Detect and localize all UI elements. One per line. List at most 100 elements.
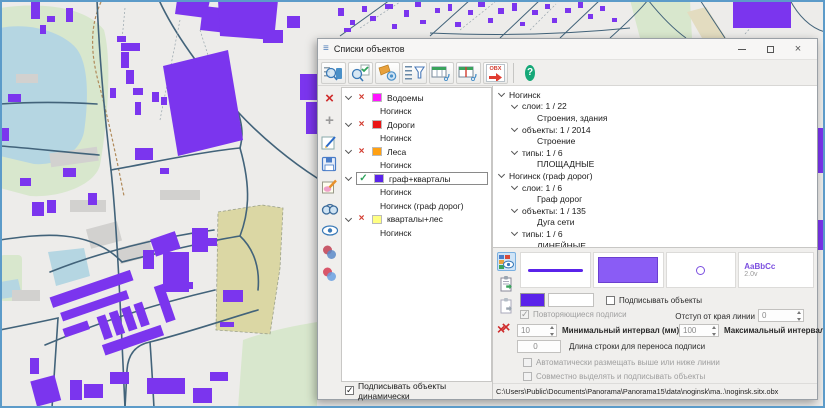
layer-color-swatch[interactable]: [372, 147, 382, 156]
list-item[interactable]: × Дороги: [342, 118, 491, 132]
tree-item[interactable]: Дуга сети: [493, 217, 817, 229]
chevron-down-icon[interactable]: [511, 125, 518, 132]
label-color-swatch[interactable]: [520, 293, 545, 307]
search-area-button[interactable]: [348, 62, 373, 84]
chevron-down-icon[interactable]: [511, 206, 518, 213]
tree-item[interactable]: Строение: [493, 135, 817, 147]
list-item-label[interactable]: Дороги: [387, 120, 415, 130]
layer-color-swatch[interactable]: [372, 93, 382, 102]
chevron-down-icon[interactable]: [345, 215, 352, 222]
list-item-label[interactable]: граф+кварталы: [389, 174, 451, 184]
chevron-down-icon[interactable]: [345, 147, 352, 154]
visibility-check-icon[interactable]: ✓: [358, 174, 369, 184]
table-split-button[interactable]: [456, 62, 481, 84]
chevron-down-icon[interactable]: [511, 229, 518, 236]
wrap-length-field[interactable]: 0: [517, 340, 561, 353]
minimize-button[interactable]: [728, 40, 756, 58]
export-obx-button[interactable]: OBX: [483, 62, 508, 84]
tree-item[interactable]: типы: 1 / 6: [493, 147, 817, 159]
list-subitem[interactable]: Ногинск (граф дорог): [342, 199, 491, 213]
tree-item[interactable]: Ногинск (граф дорог): [493, 170, 817, 182]
list-item[interactable]: × Водоемы: [342, 91, 491, 105]
clear-intervals-button[interactable]: ×: [497, 322, 505, 336]
layer-color-swatch[interactable]: [374, 174, 384, 183]
dialog-titlebar[interactable]: ≡ Списки объектов ×: [318, 39, 817, 59]
list-item[interactable]: × Леса: [342, 145, 491, 159]
chevron-down-icon[interactable]: [345, 93, 352, 100]
label-text-field[interactable]: [548, 293, 594, 307]
help-button[interactable]: ?: [519, 62, 541, 84]
edit-list-button[interactable]: [321, 133, 339, 151]
maximize-button[interactable]: [756, 40, 784, 58]
add-list-button[interactable]: +: [321, 111, 339, 129]
list-subitem[interactable]: Ногинск: [342, 105, 491, 119]
spinner-arrows-icon[interactable]: [548, 326, 555, 336]
dynamic-labels-checkbox[interactable]: [345, 386, 354, 395]
list-subitem[interactable]: Ногинск: [342, 226, 491, 240]
layer-color-swatch[interactable]: [372, 215, 382, 224]
edit-icon: [321, 134, 338, 151]
list-subitem[interactable]: Ногинск: [342, 159, 491, 173]
legend-edit-button[interactable]: [321, 177, 339, 195]
tree-item[interactable]: ПЛОЩАДНЫЕ: [493, 159, 817, 171]
list-subitem[interactable]: Ногинск: [342, 132, 491, 146]
list-item-label[interactable]: Леса: [387, 147, 406, 157]
fill-preview[interactable]: [593, 252, 664, 288]
chevron-down-icon[interactable]: [511, 183, 518, 190]
joint-select-checkbox[interactable]: [523, 372, 532, 381]
paste-style-button[interactable]: [497, 296, 516, 315]
point-preview[interactable]: [666, 252, 737, 288]
tree-item[interactable]: Строения, здания: [493, 112, 817, 124]
clipboard-copy-icon: [499, 275, 514, 292]
spinner-arrows-icon[interactable]: [710, 326, 717, 336]
edge-offset-label: Отступ от края линии: [675, 312, 755, 321]
max-interval-spinner[interactable]: 100: [679, 324, 719, 337]
chevron-down-icon[interactable]: [511, 102, 518, 109]
tree-item[interactable]: слои: 1 / 6: [493, 182, 817, 194]
select-objects-button[interactable]: [321, 243, 339, 261]
chevron-down-icon[interactable]: [345, 120, 352, 127]
list-subitem[interactable]: Ногинск: [342, 186, 491, 200]
tree-item[interactable]: типы: 1 / 6: [493, 228, 817, 240]
list-item[interactable]: × кварталы+лес: [342, 213, 491, 227]
tree-item[interactable]: объекты: 1 / 135: [493, 205, 817, 217]
chevron-down-icon[interactable]: [498, 90, 505, 97]
text-preview[interactable]: AaBbCc 2.0v: [738, 252, 814, 288]
deselect-objects-button[interactable]: [321, 265, 339, 283]
chevron-down-icon[interactable]: [345, 174, 352, 181]
tree-item[interactable]: Граф дорог: [493, 193, 817, 205]
chevron-down-icon[interactable]: [511, 148, 518, 155]
search-objects-button[interactable]: [321, 62, 346, 84]
tree-item[interactable]: объекты: 1 / 2014: [493, 124, 817, 136]
auto-place-checkbox[interactable]: [523, 358, 532, 367]
line-preview[interactable]: [520, 252, 591, 288]
tree-item[interactable]: ЛИНЕЙНЫЕ: [493, 240, 817, 247]
visibility-cross-icon[interactable]: ×: [356, 120, 367, 130]
label-objects-checkbox[interactable]: [606, 296, 615, 305]
view-style-button[interactable]: [497, 252, 516, 271]
find-object-button[interactable]: [321, 199, 339, 217]
chevron-down-icon[interactable]: [498, 171, 505, 178]
list-item-label[interactable]: Водоемы: [387, 93, 424, 103]
visibility-cross-icon[interactable]: ×: [356, 93, 367, 103]
tree-item[interactable]: слои: 1 / 22: [493, 101, 817, 113]
layer-color-swatch[interactable]: [372, 120, 382, 129]
min-interval-spinner[interactable]: 10: [517, 324, 557, 337]
copy-style-button[interactable]: [497, 274, 516, 293]
repeat-labels-checkbox[interactable]: [520, 310, 529, 319]
spinner-arrows-icon[interactable]: [795, 311, 802, 321]
view-objects-button[interactable]: [321, 221, 339, 239]
filter-list-button[interactable]: [402, 62, 427, 84]
selected-item-box[interactable]: ✓ граф+кварталы: [356, 172, 488, 185]
list-item-label[interactable]: кварталы+лес: [387, 214, 443, 224]
list-item-selected[interactable]: ✓ граф+кварталы: [342, 172, 491, 186]
close-button[interactable]: ×: [784, 40, 812, 58]
table-copy-button[interactable]: [429, 62, 454, 84]
tree-item[interactable]: Ногинск: [493, 89, 817, 101]
visibility-cross-icon[interactable]: ×: [356, 214, 367, 224]
save-list-button[interactable]: [321, 155, 339, 173]
highlight-button[interactable]: [375, 62, 400, 84]
edge-offset-spinner[interactable]: 0: [758, 309, 804, 322]
delete-list-button[interactable]: ×: [321, 89, 339, 107]
visibility-cross-icon[interactable]: ×: [356, 147, 367, 157]
